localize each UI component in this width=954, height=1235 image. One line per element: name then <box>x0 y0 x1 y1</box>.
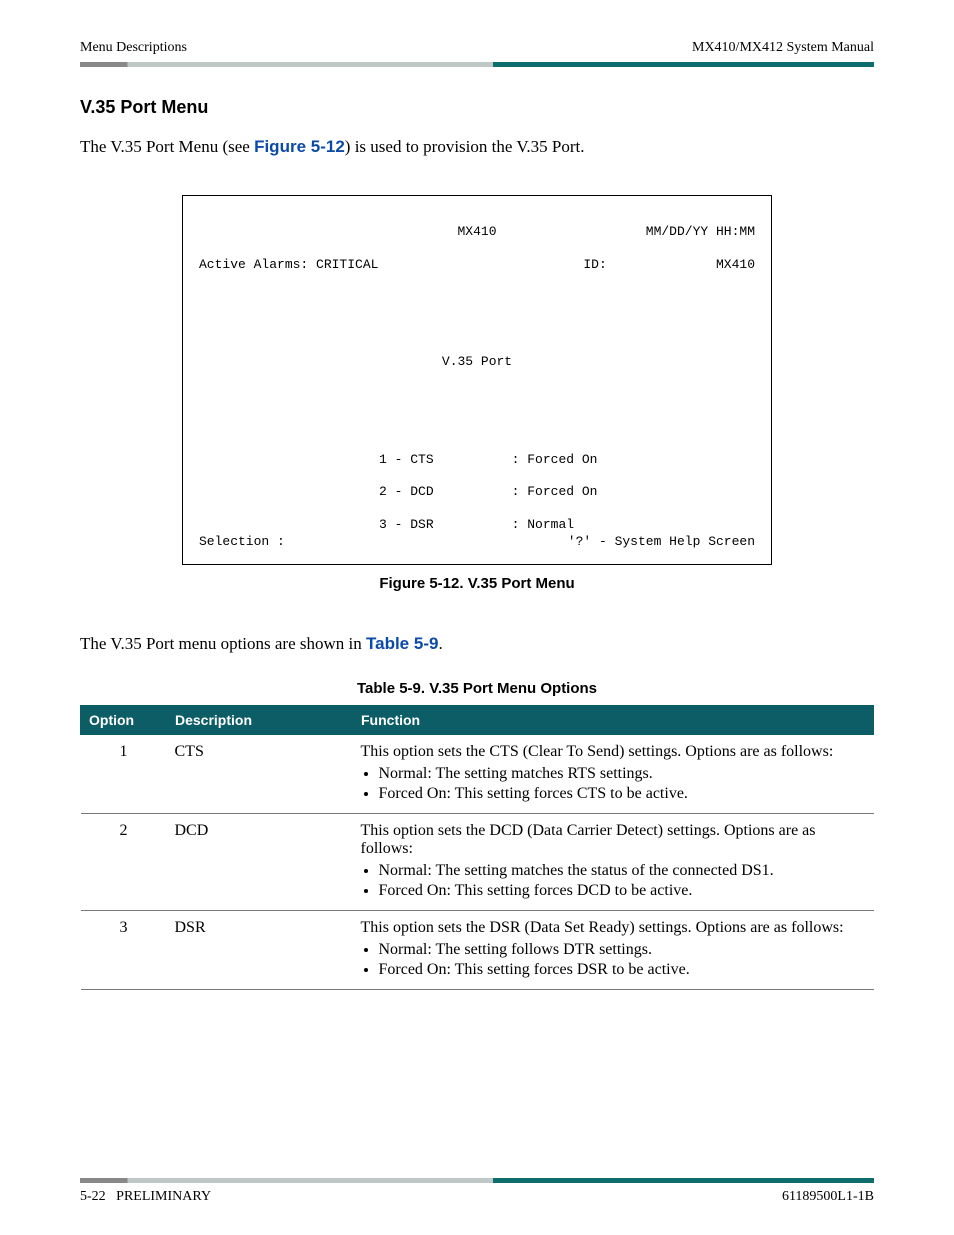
bullet: Normal: The setting follows DTR settings… <box>379 941 866 959</box>
table-row: 2 DCD This option sets the DCD (Data Car… <box>81 813 874 910</box>
cell-description: DSR <box>167 910 353 989</box>
terminal-help-hint: '?' - System Help Screen <box>568 534 755 550</box>
terminal-alarms: Active Alarms: CRITICAL <box>199 257 378 273</box>
footer-right: 61189500L1-1B <box>782 1189 874 1205</box>
cell-function: This option sets the DSR (Data Set Ready… <box>353 910 874 989</box>
cell-option: 1 <box>81 734 167 813</box>
between-paragraph: The V.35 Port menu options are shown in … <box>80 632 874 656</box>
terminal-id-value: MX410 <box>716 257 755 272</box>
cell-function: This option sets the DCD (Data Carrier D… <box>353 813 874 910</box>
terminal-selection-label: Selection : <box>199 534 285 550</box>
cell-option: 3 <box>81 910 167 989</box>
between-post: . <box>438 634 442 653</box>
intro-post: ) is used to provision the V.35 Port. <box>345 137 585 156</box>
options-table: Option Description Function 1 CTS This o… <box>80 705 874 990</box>
cell-function: This option sets the CTS (Clear To Send)… <box>353 734 874 813</box>
footer-rule <box>80 1178 874 1183</box>
terminal-title: V.35 Port <box>442 354 512 369</box>
terminal-id-label: ID: <box>583 257 606 272</box>
bullet: Forced On: This setting forces CTS to be… <box>379 785 866 803</box>
figure-link[interactable]: Figure 5-12 <box>254 137 345 156</box>
cell-description: DCD <box>167 813 353 910</box>
terminal-screen: MX410 MM/DD/YY HH:MM Active Alarms: CRITI… <box>182 195 772 565</box>
terminal-item-2: 2 - DCD : Forced On <box>379 484 597 499</box>
terminal-item-1: 1 - CTS : Forced On <box>379 452 597 467</box>
intro-paragraph: The V.35 Port Menu (see Figure 5-12) is … <box>80 135 874 159</box>
between-pre: The V.35 Port menu options are shown in <box>80 634 366 653</box>
th-function: Function <box>353 705 874 734</box>
header-left: Menu Descriptions <box>80 40 187 56</box>
table-link[interactable]: Table 5-9 <box>366 634 438 653</box>
table-row: 1 CTS This option sets the CTS (Clear To… <box>81 734 874 813</box>
bullet: Forced On: This setting forces DCD to be… <box>379 882 866 900</box>
bullet: Normal: The setting matches RTS settings… <box>379 765 866 783</box>
footer-left: 5-22 PRELIMINARY <box>80 1189 211 1205</box>
header-rule <box>80 62 874 67</box>
header-right: MX410/MX412 System Manual <box>692 40 874 56</box>
page-header: Menu Descriptions MX410/MX412 System Man… <box>80 40 874 56</box>
page-footer: 5-22 PRELIMINARY 61189500L1-1B <box>80 1178 874 1205</box>
terminal-top-right: MM/DD/YY HH:MM <box>646 224 755 240</box>
cell-option: 2 <box>81 813 167 910</box>
th-description: Description <box>167 705 353 734</box>
bullet: Forced On: This setting forces DSR to be… <box>379 961 866 979</box>
table-caption: Table 5-9. V.35 Port Menu Options <box>80 680 874 697</box>
terminal-top-center: MX410 <box>457 224 496 240</box>
intro-pre: The V.35 Port Menu (see <box>80 137 254 156</box>
th-option: Option <box>81 705 167 734</box>
section-heading: V.35 Port Menu <box>80 97 874 118</box>
bullet: Normal: The setting matches the status o… <box>379 862 866 880</box>
terminal-item-3: 3 - DSR : Normal <box>379 517 574 532</box>
cell-description: CTS <box>167 734 353 813</box>
table-row: 3 DSR This option sets the DSR (Data Set… <box>81 910 874 989</box>
